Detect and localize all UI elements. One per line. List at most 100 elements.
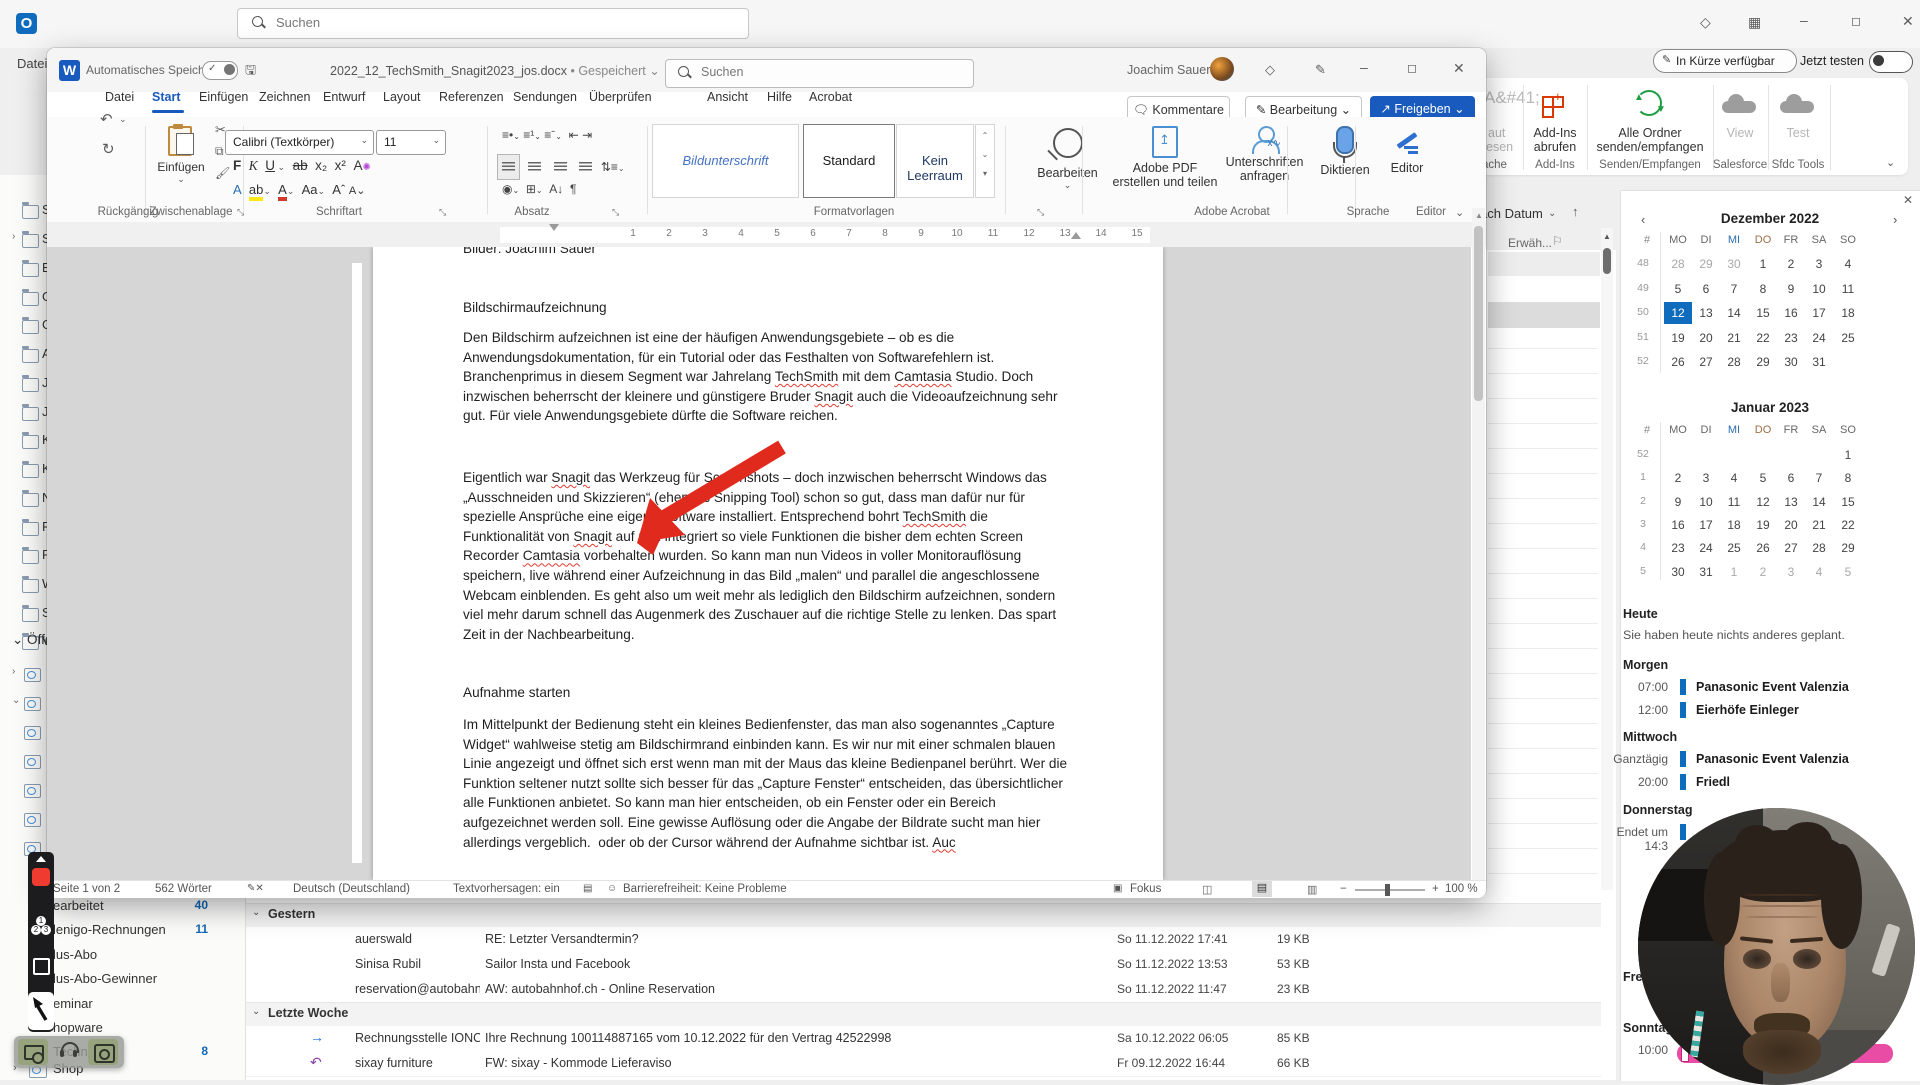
rail-folder-icon[interactable] xyxy=(22,464,39,478)
document-scrollbar[interactable]: ▲ xyxy=(1472,208,1485,880)
rail-folder-icon[interactable] xyxy=(22,292,39,306)
calendar-day[interactable]: 5 xyxy=(1664,278,1692,300)
tab-zeichnen[interactable]: Zeichnen xyxy=(259,90,310,104)
indent-button[interactable]: ⇥ xyxy=(582,128,592,142)
zoom-out-icon[interactable]: − xyxy=(1340,883,1347,895)
copy-icon[interactable]: ⧉ xyxy=(215,144,224,159)
email-row[interactable]: reservation@autobahnhof....AW: autobahnh… xyxy=(246,977,1601,1003)
calendar-day[interactable]: 18 xyxy=(1720,514,1748,536)
user-avatar[interactable] xyxy=(1210,57,1234,81)
shape-tool-button[interactable] xyxy=(33,958,50,975)
tab-sendungen[interactable]: Sendungen xyxy=(513,90,577,104)
calendar-day[interactable]: 23 xyxy=(1777,327,1805,349)
calendar-day[interactable]: 1 xyxy=(1749,253,1777,275)
calendar-day[interactable]: 2 xyxy=(1749,561,1777,583)
dialog-launcher-icon[interactable]: ⤡ xyxy=(237,207,244,218)
group-chevron-icon[interactable]: ⌄ xyxy=(252,1006,260,1017)
text-effects-button[interactable]: A xyxy=(233,182,242,197)
calendar-day[interactable]: 30 xyxy=(1720,253,1748,275)
calendar-day[interactable]: 30 xyxy=(1664,561,1692,583)
calendar-day[interactable]: 1 xyxy=(1834,444,1862,466)
font-name-select[interactable]: Calibri (Textkörper) ⌄ xyxy=(225,130,374,155)
rail-folder-icon[interactable] xyxy=(22,349,39,363)
calendar-day[interactable]: 21 xyxy=(1805,514,1833,536)
rail-folder-icon[interactable] xyxy=(22,550,39,564)
rail-folder-icon[interactable] xyxy=(22,378,39,392)
calendar-day[interactable]: 24 xyxy=(1692,537,1720,559)
tab-überprüfen[interactable]: Überprüfen xyxy=(589,90,652,104)
rail-folder-icon[interactable] xyxy=(24,697,41,711)
align-right-button[interactable] xyxy=(550,155,571,179)
calendar-day[interactable]: 19 xyxy=(1664,327,1692,349)
agenda-item-title[interactable]: Friedl xyxy=(1696,775,1730,789)
borders-button[interactable]: ⊞ xyxy=(526,182,536,196)
zoom-in-icon[interactable]: + xyxy=(1432,883,1439,895)
numbering-button[interactable]: ≡¹ xyxy=(523,128,534,142)
tab-referenzen[interactable]: Referenzen xyxy=(439,90,504,104)
calendar-day[interactable]: 22 xyxy=(1834,514,1862,536)
line-spacing-button[interactable]: ⇅≡ xyxy=(601,160,618,174)
ruler-right-margin-marker[interactable] xyxy=(1071,232,1081,239)
folder-item-eminar[interactable]: eminar xyxy=(53,996,93,1011)
calendar-day[interactable]: 6 xyxy=(1692,278,1720,300)
word-maximize-icon[interactable]: ◻ xyxy=(1407,61,1417,75)
calendar-day[interactable]: 1 xyxy=(1720,561,1748,583)
mentions-filter[interactable]: Erwäh... xyxy=(1508,236,1552,250)
rail-folder-icon[interactable] xyxy=(22,205,39,219)
calendar-day[interactable]: 9 xyxy=(1777,278,1805,300)
strikethrough-button[interactable]: ab xyxy=(293,158,308,173)
message-strip-selected-row[interactable] xyxy=(1488,302,1600,328)
calendar-day[interactable]: 16 xyxy=(1664,514,1692,536)
calendar-day[interactable]: 3 xyxy=(1777,561,1805,583)
try-now-toggle[interactable] xyxy=(1869,51,1913,73)
calendar-day[interactable]: 4 xyxy=(1834,253,1862,275)
document-scroll-thumb[interactable] xyxy=(1474,226,1483,401)
calendar-day[interactable]: 15 xyxy=(1749,302,1777,324)
calendar-day[interactable]: 10 xyxy=(1692,491,1720,513)
status-language[interactable]: Deutsch (Deutschland) xyxy=(293,883,410,895)
calendar-day[interactable]: 11 xyxy=(1720,491,1748,513)
superscript-button[interactable]: x² xyxy=(335,158,346,173)
ruler[interactable]: 123456789101112131415 xyxy=(47,222,1486,247)
status-predictions[interactable]: Textvorhersagen: ein xyxy=(453,883,560,895)
bullets-button[interactable]: ≡• xyxy=(502,128,513,142)
outlook-file-tab[interactable]: Datei xyxy=(17,56,47,71)
undo-chevron-icon[interactable]: ⌄ xyxy=(119,114,127,125)
highlight-button[interactable]: ab xyxy=(249,182,263,201)
read-aloud-icon[interactable]: A&#41; xyxy=(1484,88,1540,108)
rail-folder-icon[interactable] xyxy=(22,407,39,421)
calendar-day[interactable]: 16 xyxy=(1777,302,1805,324)
tab-entwurf[interactable]: Entwurf xyxy=(323,90,365,104)
calendar-day[interactable]: 24 xyxy=(1805,327,1833,349)
scroll-up-icon[interactable]: ▲ xyxy=(1603,232,1611,241)
agenda-item-title[interactable]: Panasonic Event Valenzia xyxy=(1696,680,1849,694)
font-size-select[interactable]: 11 ⌄ xyxy=(376,130,446,155)
calendar-day[interactable]: 19 xyxy=(1749,514,1777,536)
word-search-bar[interactable]: Suchen xyxy=(665,59,974,88)
calendar-day[interactable]: 13 xyxy=(1777,491,1805,513)
paste-button[interactable]: Einfügen ⌄ xyxy=(155,124,207,196)
calendar-day[interactable]: 18 xyxy=(1834,302,1862,324)
tab-acrobat[interactable]: Acrobat xyxy=(809,90,852,104)
calendar-day[interactable]: 2 xyxy=(1777,253,1805,275)
calendar-day[interactable]: 29 xyxy=(1834,537,1862,559)
calendar-day[interactable]: 3 xyxy=(1805,253,1833,275)
calendar-day[interactable]: 25 xyxy=(1834,327,1862,349)
calendar-day[interactable]: 29 xyxy=(1749,351,1777,373)
save-icon[interactable]: 🖫 xyxy=(245,61,256,83)
flag-icon[interactable]: ⚐ xyxy=(1552,234,1563,248)
align-left-button[interactable] xyxy=(497,154,520,180)
rail-folder-icon[interactable] xyxy=(24,784,41,798)
calendar-day[interactable]: 20 xyxy=(1777,514,1805,536)
calendar-day[interactable]: 26 xyxy=(1664,351,1692,373)
calendar-day[interactable]: 28 xyxy=(1805,537,1833,559)
folder-item-lusabo[interactable]: lus-Abo xyxy=(53,947,97,962)
message-list-scrollbar[interactable]: ▲ xyxy=(1601,228,1613,890)
calendar-day[interactable]: 14 xyxy=(1720,302,1748,324)
calendar-day[interactable]: 12 xyxy=(1664,302,1692,324)
rail-expand-icon[interactable]: ⌄ xyxy=(12,695,20,706)
grow-font-button[interactable]: Aˆ xyxy=(332,182,345,197)
sort-button[interactable]: A↓ xyxy=(549,182,563,196)
redo-icon[interactable]: ↻ xyxy=(102,140,115,158)
calendar-day[interactable]: 31 xyxy=(1805,351,1833,373)
